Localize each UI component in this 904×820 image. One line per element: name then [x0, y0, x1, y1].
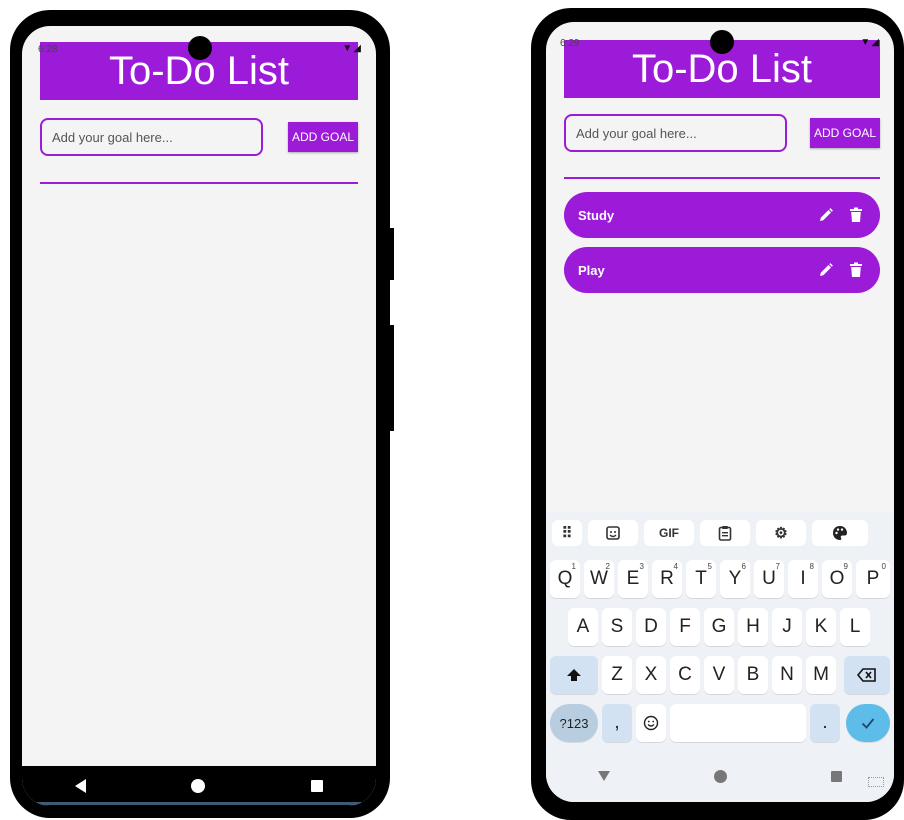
key-r[interactable]: R4 — [652, 560, 682, 598]
keyboard-switch-icon[interactable] — [868, 777, 884, 787]
goal-input[interactable] — [40, 118, 263, 156]
nav-back-icon[interactable] — [598, 771, 610, 781]
goal-label: Play — [578, 262, 605, 278]
nav-home-icon[interactable] — [714, 769, 727, 783]
delete-trash-icon[interactable] — [848, 207, 864, 223]
status-signal-icons: ▼◢ — [860, 37, 880, 48]
key-x[interactable]: X — [636, 656, 666, 694]
keyboard-apps-grid-icon[interactable]: ⠿ — [552, 520, 582, 546]
key-a[interactable]: A — [568, 608, 598, 646]
nav-bar-bottom-line — [22, 802, 376, 805]
spacebar-key[interactable] — [670, 704, 806, 742]
key-c[interactable]: C — [670, 656, 700, 694]
nav-recents-icon[interactable] — [831, 770, 842, 782]
keyboard-clipboard-icon[interactable] — [700, 520, 750, 546]
key-z[interactable]: Z — [602, 656, 632, 694]
key-q[interactable]: Q1 — [550, 560, 580, 598]
checkmark-icon — [861, 718, 875, 729]
key-p[interactable]: P0 — [856, 560, 890, 598]
status-time: 6:28 — [38, 44, 58, 55]
status-time: 6:29 — [560, 38, 580, 49]
goal-input[interactable] — [564, 114, 787, 152]
front-camera — [188, 36, 212, 60]
period-key[interactable]: . — [810, 704, 840, 742]
keyboard-sticker-icon[interactable] — [588, 520, 638, 546]
key-h[interactable]: H — [738, 608, 768, 646]
goal-list-divider — [564, 177, 880, 179]
on-screen-keyboard: ⠿ GIF ⚙ Q1 W2 E3 R4 T5 Y6 U7 I8 O9 P0 A … — [546, 512, 894, 802]
key-t[interactable]: T5 — [686, 560, 716, 598]
edit-pencil-icon[interactable] — [818, 207, 834, 223]
keyboard-palette-icon[interactable] — [812, 520, 868, 546]
nav-recents-icon[interactable] — [311, 780, 324, 792]
shift-arrow-icon — [567, 669, 581, 681]
goal-item[interactable]: Study — [564, 192, 880, 238]
key-u[interactable]: U7 — [754, 560, 784, 598]
goal-label: Study — [578, 207, 615, 223]
left-phone-volume-button — [388, 228, 394, 280]
keyboard-settings-icon[interactable]: ⚙ — [756, 520, 806, 546]
emoji-key[interactable] — [636, 704, 666, 742]
key-b[interactable]: B — [738, 656, 768, 694]
key-i[interactable]: I8 — [788, 560, 818, 598]
edit-pencil-icon[interactable] — [818, 262, 834, 278]
key-f[interactable]: F — [670, 608, 700, 646]
front-camera — [710, 30, 734, 54]
key-v[interactable]: V — [704, 656, 734, 694]
key-m[interactable]: M — [806, 656, 836, 694]
key-n[interactable]: N — [772, 656, 802, 694]
keyboard-gif-button[interactable]: GIF — [644, 520, 694, 546]
key-e[interactable]: E3 — [618, 560, 648, 598]
key-s[interactable]: S — [602, 608, 632, 646]
key-k[interactable]: K — [806, 608, 836, 646]
key-y[interactable]: Y6 — [720, 560, 750, 598]
left-phone-power-button — [388, 325, 394, 431]
enter-check-key[interactable] — [846, 704, 890, 742]
right-phone-screen: To-Do List 6:29 ▼◢ ADD GOAL Study Play ⠿… — [546, 22, 894, 802]
left-phone-screen: To-Do List 6:28 ▼◢ ADD GOAL — [22, 26, 376, 806]
key-j[interactable]: J — [772, 608, 802, 646]
shift-key[interactable] — [550, 656, 598, 694]
key-l[interactable]: L — [840, 608, 870, 646]
key-g[interactable]: G — [704, 608, 734, 646]
add-goal-button[interactable]: ADD GOAL — [288, 122, 358, 152]
nav-home-icon[interactable] — [191, 779, 206, 793]
comma-key[interactable]: , — [602, 704, 632, 742]
keyboard-nav-bar — [546, 754, 894, 798]
add-goal-button[interactable]: ADD GOAL — [810, 118, 880, 148]
status-signal-icons: ▼◢ — [342, 43, 362, 54]
system-nav-bar — [22, 766, 376, 806]
backspace-icon — [857, 668, 876, 682]
emoji-smiley-icon — [643, 715, 659, 731]
symbols-key[interactable]: ?123 — [550, 704, 598, 742]
nav-back-icon[interactable] — [74, 779, 86, 793]
key-o[interactable]: O9 — [822, 560, 852, 598]
goal-list-divider — [40, 182, 358, 184]
delete-trash-icon[interactable] — [848, 262, 864, 278]
key-d[interactable]: D — [636, 608, 666, 646]
goal-item[interactable]: Play — [564, 247, 880, 293]
backspace-key[interactable] — [844, 656, 890, 694]
key-w[interactable]: W2 — [584, 560, 614, 598]
